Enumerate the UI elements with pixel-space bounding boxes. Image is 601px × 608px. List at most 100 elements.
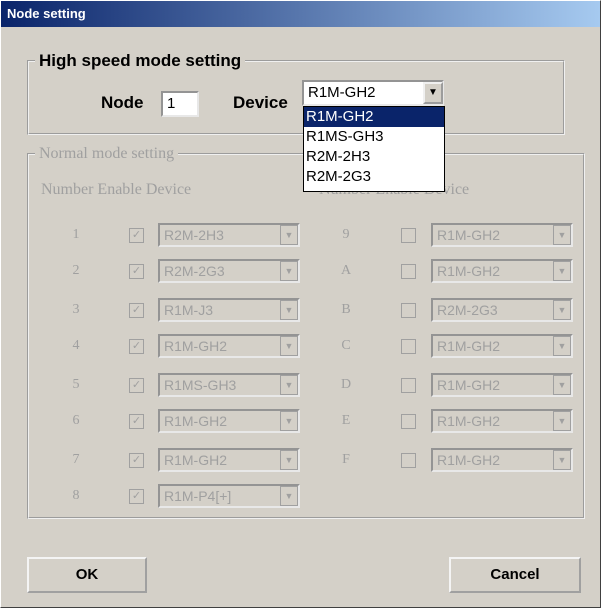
enable-checkbox[interactable] [401,453,416,468]
normal-mode-legend: Normal mode setting [39,145,175,162]
chevron-down-icon[interactable]: ▼ [280,261,298,281]
enable-checkbox[interactable] [401,339,416,354]
chevron-down-icon[interactable]: ▼ [553,375,571,395]
device-select[interactable]: R2M-2G3 ▼ [431,298,573,322]
device-select-value: R1M-GH2 [437,452,501,468]
device-select-value: R2M-2G3 [164,263,225,279]
chevron-down-icon[interactable]: ▼ [280,225,298,245]
chevron-down-icon[interactable]: ▼ [423,82,443,104]
device-select[interactable]: R1M-GH2 ▼ [158,334,300,358]
node-setting-dialog: Node setting High speed mode setting Nod… [0,0,601,608]
dropdown-option[interactable]: R2M-2H3 [304,147,444,167]
device-select-value: R1M-GH2 [164,338,228,354]
cancel-button[interactable]: Cancel [449,557,581,593]
device-row: 6 ✓ R1M-GH2 ▼ [61,409,361,433]
chevron-down-icon[interactable]: ▼ [280,375,298,395]
device-row: F R1M-GH2 ▼ [331,448,601,472]
device-select-value: R1M-GH2 [437,413,501,429]
chevron-down-icon[interactable]: ▼ [553,450,571,470]
dropdown-option[interactable]: R1M-GH2 [304,107,444,127]
enable-checkbox[interactable] [401,303,416,318]
enable-checkbox[interactable]: ✓ [129,303,144,318]
enable-checkbox[interactable] [401,378,416,393]
device-row: 4 ✓ R1M-GH2 ▼ [61,334,361,358]
enable-checkbox[interactable] [401,264,416,279]
device-select[interactable]: R1M-GH2 ▼ [431,373,573,397]
dropdown-option[interactable]: R1MS-GH3 [304,127,444,147]
device-select[interactable]: R1M-GH2 ▼ [431,223,573,247]
device-row: 2 ✓ R2M-2G3 ▼ [61,259,361,283]
enable-checkbox[interactable]: ✓ [129,453,144,468]
device-select-value: R1M-GH2 [164,413,228,429]
enable-checkbox[interactable]: ✓ [129,228,144,243]
device-select[interactable]: R1MS-GH3 ▼ [158,373,300,397]
dropdown-option[interactable]: R2M-2G3 [304,167,444,187]
row-number: 2 [72,263,80,278]
high-speed-legend: High speed mode setting [39,51,242,70]
device-label: Device [233,93,288,112]
row-number: 4 [72,338,80,353]
chevron-down-icon[interactable]: ▼ [553,261,571,281]
row-number: B [341,302,351,317]
enable-checkbox[interactable] [401,228,416,243]
device-select-value: R1M-GH2 [437,263,501,279]
row-number: C [341,338,351,353]
chevron-down-icon[interactable]: ▼ [280,336,298,356]
chevron-down-icon[interactable]: ▼ [553,336,571,356]
device-select-value: R2M-2G3 [437,302,498,318]
title-bar: Node setting [1,1,600,27]
device-row: E R1M-GH2 ▼ [331,409,601,433]
chevron-down-icon[interactable]: ▼ [553,411,571,431]
device-row: 7 ✓ R1M-GH2 ▼ [61,448,361,472]
device-select[interactable]: R1M-GH2 ▼ [158,409,300,433]
device-row: 1 ✓ R2M-2H3 ▼ [61,223,361,247]
row-number: 7 [72,452,80,467]
enable-checkbox[interactable]: ✓ [129,414,144,429]
row-number: 5 [72,377,80,392]
chevron-down-icon[interactable]: ▼ [280,300,298,320]
device-select[interactable]: R1M-GH2 ▼ [431,448,573,472]
device-select[interactable]: R1M-J3 ▼ [158,298,300,322]
row-number: A [340,263,352,278]
device-row: 5 ✓ R1MS-GH3 ▼ [61,373,361,397]
row-number: 6 [72,413,80,428]
device-select[interactable]: R1M-P4[+] ▼ [158,484,300,508]
device-select-value: R1M-J3 [164,302,214,318]
row-number: 8 [72,488,80,503]
row-number: 9 [342,227,350,242]
device-select-value: R1M-P4[+] [164,488,232,504]
device-select-value: R1M-GH2 [164,452,228,468]
enable-checkbox[interactable] [401,414,416,429]
device-select-value: R2M-2H3 [164,227,224,243]
device-row: 3 ✓ R1M-J3 ▼ [61,298,361,322]
device-dropdown-list: R1M-GH2 R1MS-GH3 R2M-2H3 R2M-2G3 [303,106,445,192]
enable-checkbox[interactable]: ✓ [129,378,144,393]
row-number: E [341,413,351,428]
row-number: 1 [72,227,80,242]
device-select[interactable]: R2M-2G3 ▼ [158,259,300,283]
chevron-down-icon[interactable]: ▼ [553,225,571,245]
enable-checkbox[interactable]: ✓ [129,339,144,354]
device-select-value: R1M-GH2 [437,227,501,243]
chevron-down-icon[interactable]: ▼ [280,411,298,431]
device-row: C R1M-GH2 ▼ [331,334,601,358]
enable-checkbox[interactable]: ✓ [129,264,144,279]
device-select[interactable]: R1M-GH2 ▼ [431,334,573,358]
device-select-value: R1MS-GH3 [164,377,237,393]
node-input[interactable]: 1 [161,91,199,117]
device-row: A R1M-GH2 ▼ [331,259,601,283]
chevron-down-icon[interactable]: ▼ [553,300,571,320]
device-row: D R1M-GH2 ▼ [331,373,601,397]
device-select[interactable]: R1M-GH2 ▼ [158,448,300,472]
ok-button[interactable]: OK [27,557,147,593]
left-column-header: Number Enable Device [41,181,192,198]
device-select[interactable]: R1M-GH2 ▼ [431,259,573,283]
device-row: 8 ✓ R1M-P4[+] ▼ [61,484,361,508]
enable-checkbox[interactable]: ✓ [129,489,144,504]
device-select[interactable]: R1M-GH2 ▼ [431,409,573,433]
device-select-value: R1M-GH2 [437,338,501,354]
device-select-value: R1M-GH2 [437,377,501,393]
chevron-down-icon[interactable]: ▼ [280,450,298,470]
device-select[interactable]: R2M-2H3 ▼ [158,223,300,247]
chevron-down-icon[interactable]: ▼ [280,486,298,506]
